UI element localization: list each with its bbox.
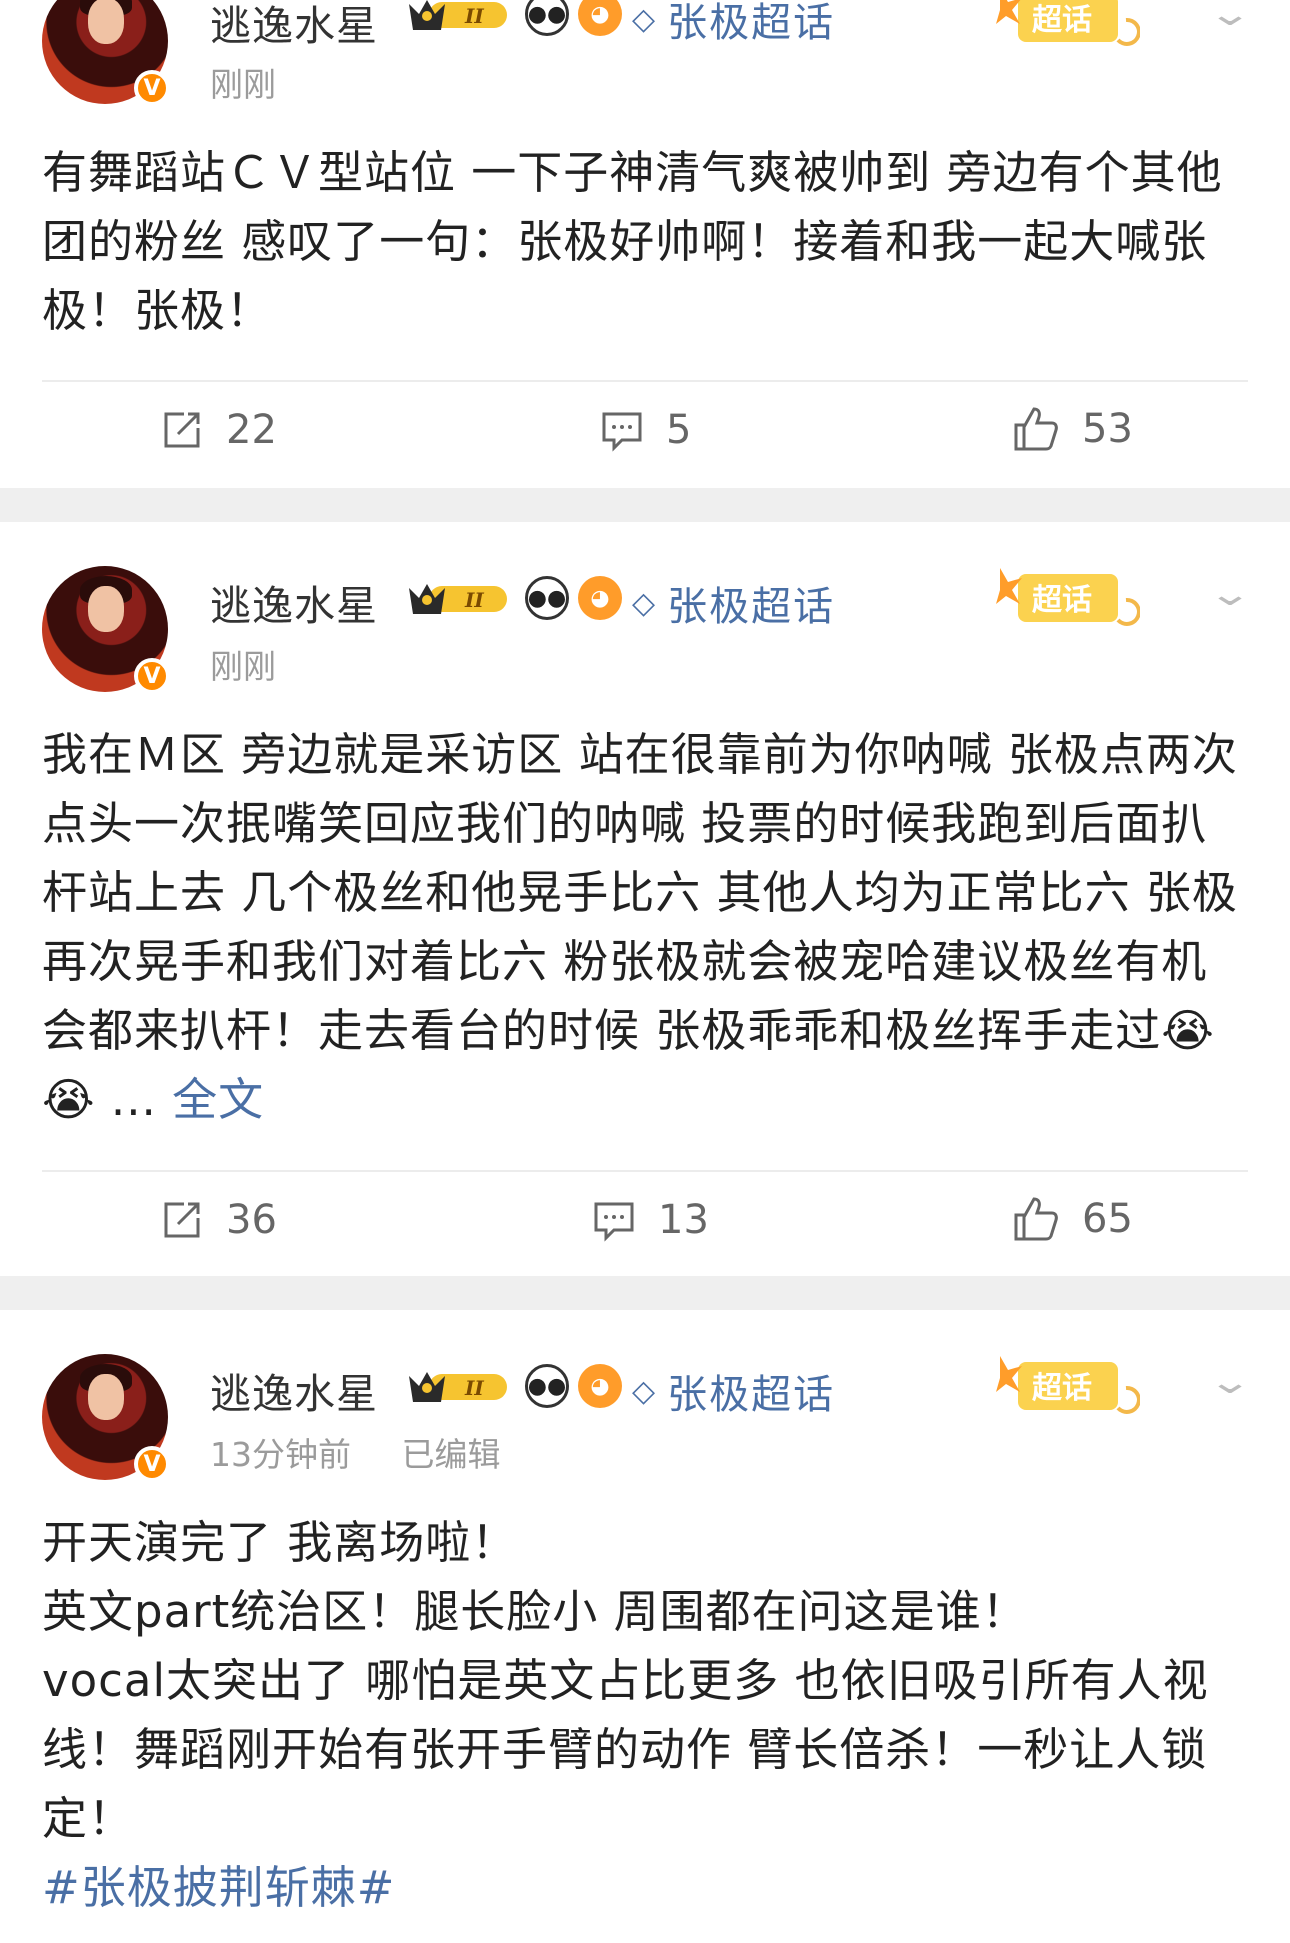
edited-label: 已编辑: [401, 1435, 501, 1474]
fox-badge-icon: ◕: [578, 1364, 622, 1408]
panda-badge-icon: ●●: [525, 1364, 569, 1408]
thumbs-up-icon: [1014, 407, 1058, 451]
post-meta: 刚刚: [210, 640, 316, 688]
chaohua-sticker[interactable]: 超话: [990, 560, 1140, 640]
verified-v-icon: V: [134, 70, 170, 106]
repost-icon: [164, 1202, 200, 1238]
post-time: 刚刚: [210, 647, 276, 686]
like-count: 53: [1082, 406, 1133, 452]
comment-icon: [602, 412, 642, 452]
panda-badge-icon: ●●: [525, 576, 569, 620]
post-separator: [0, 488, 1290, 522]
super-topic-link[interactable]: ◇ 张极超话: [632, 1362, 835, 1420]
post-content[interactable]: 有舞蹈站ＣＶ型站位 一下子神清气爽被帅到 旁边有个其他团的粉丝 感叹了一句：张极…: [42, 138, 1252, 345]
divider: [42, 380, 1248, 382]
like-count: 65: [1082, 1196, 1133, 1242]
expand-full-text-link[interactable]: 全文: [172, 1073, 264, 1126]
repost-icon: [164, 412, 200, 448]
username[interactable]: 逃逸水星: [210, 0, 378, 52]
comment-icon: [594, 1202, 634, 1242]
post-text-line: 开天演完了 我离场啦！: [42, 1516, 518, 1569]
repost-count: 36: [226, 1197, 277, 1243]
svg-text:II: II: [464, 1376, 484, 1400]
super-topic-label: 张极超话: [667, 0, 836, 46]
post-text: 我在Ｍ区 旁边就是采访区 站在很靠前为你呐喊 张极点两次点头一次抿嘴笑回应我们的…: [42, 720, 1252, 1134]
level-crown-icon: II: [409, 584, 507, 614]
super-topic-diamond-icon: ◇: [632, 1373, 658, 1409]
avatar-face: [88, 0, 124, 44]
repost-button[interactable]: 36: [160, 1197, 277, 1243]
comment-button[interactable]: 13: [592, 1197, 709, 1243]
divider: [42, 1170, 1248, 1172]
super-topic-link[interactable]: ◇ 张极超话: [632, 0, 835, 48]
post-card: V 逃逸水星 II ●● ◕ ◇ 张极超话 超话 ⌄ 刚刚 有舞蹈站ＣＶ型站位 …: [0, 0, 1290, 488]
comment-count: 13: [658, 1197, 709, 1243]
chevron-down-icon[interactable]: ⌄: [1198, 0, 1262, 34]
post-content[interactable]: 我在Ｍ区 旁边就是采访区 站在很靠前为你呐喊 张极点两次点头一次抿嘴笑回应我们的…: [42, 720, 1252, 1134]
chevron-down-icon[interactable]: ⌄: [1198, 574, 1262, 614]
fox-badge-icon: ◕: [578, 576, 622, 620]
svg-text:超话: 超话: [1032, 1372, 1092, 1405]
super-topic-diamond-icon: ◇: [632, 585, 658, 621]
repost-button[interactable]: 22: [160, 407, 277, 453]
like-button[interactable]: 53: [1012, 405, 1133, 453]
thumbs-up-icon: [1014, 1197, 1058, 1241]
post-text-line: vocal太突出了 哪怕是英文占比更多 也依旧吸引所有人视线！舞蹈刚开始有张开手…: [42, 1654, 1209, 1845]
post-time: 刚刚: [210, 65, 276, 104]
super-topic-label: 张极超话: [667, 1372, 836, 1418]
fox-badge-icon: ◕: [578, 0, 622, 36]
chevron-down-icon[interactable]: ⌄: [1198, 1362, 1262, 1402]
avatar-face: [88, 1374, 124, 1420]
avatar[interactable]: V: [42, 1354, 170, 1482]
svg-text:超话: 超话: [1032, 584, 1092, 617]
hashtag-link[interactable]: #张极披荆斩棘#: [42, 1853, 1252, 1922]
like-button[interactable]: 65: [1012, 1195, 1133, 1243]
post-time: 13分钟前: [210, 1435, 351, 1474]
verified-v-icon: V: [134, 658, 170, 694]
comment-button[interactable]: 5: [600, 407, 691, 453]
panda-badge-icon: ●●: [525, 0, 569, 36]
post-meta: 刚刚: [210, 58, 316, 106]
chaohua-sticker[interactable]: 超话: [990, 0, 1140, 60]
post-meta: 13分钟前 已编辑: [210, 1428, 541, 1476]
super-topic-link[interactable]: ◇ 张极超话: [632, 574, 835, 632]
post-card: V 逃逸水星 II ●● ◕ ◇ 张极超话 超话 ⌄ 刚刚 我在Ｍ区 旁边就是采…: [0, 522, 1290, 1276]
avatar-face: [88, 586, 124, 632]
post-content[interactable]: 开天演完了 我离场啦！ 英文part统治区！腿长脸小 周围都在问这是谁！ voc…: [42, 1508, 1252, 1922]
post-separator: [0, 1276, 1290, 1310]
level-crown-icon: II: [409, 1372, 507, 1402]
post-text: 有舞蹈站ＣＶ型站位 一下子神清气爽被帅到 旁边有个其他团的粉丝 感叹了一句：张极…: [42, 146, 1223, 337]
post-text-body: 我在Ｍ区 旁边就是采访区 站在很靠前为你呐喊 张极点两次点头一次抿嘴笑回应我们的…: [42, 728, 1238, 1126]
super-topic-label: 张极超话: [667, 584, 836, 630]
post-card: V 逃逸水星 II ●● ◕ ◇ 张极超话 超话 ⌄ 13分钟前 已编辑 开天演…: [0, 1310, 1290, 1943]
super-topic-diamond-icon: ◇: [632, 1, 658, 37]
svg-text:II: II: [464, 4, 484, 28]
svg-text:II: II: [464, 588, 484, 612]
repost-count: 22: [226, 407, 277, 453]
chaohua-sticker[interactable]: 超话: [990, 1348, 1140, 1428]
username[interactable]: 逃逸水星: [210, 572, 378, 632]
comment-count: 5: [666, 407, 692, 453]
avatar[interactable]: V: [42, 566, 170, 694]
avatar[interactable]: V: [42, 0, 170, 106]
level-crown-icon: II: [409, 0, 507, 30]
username[interactable]: 逃逸水星: [210, 1360, 378, 1420]
svg-text:超话: 超话: [1032, 4, 1092, 37]
verified-v-icon: V: [134, 1446, 170, 1482]
post-text-line: 英文part统治区！腿长脸小 周围都在问这是谁！: [42, 1585, 1028, 1638]
